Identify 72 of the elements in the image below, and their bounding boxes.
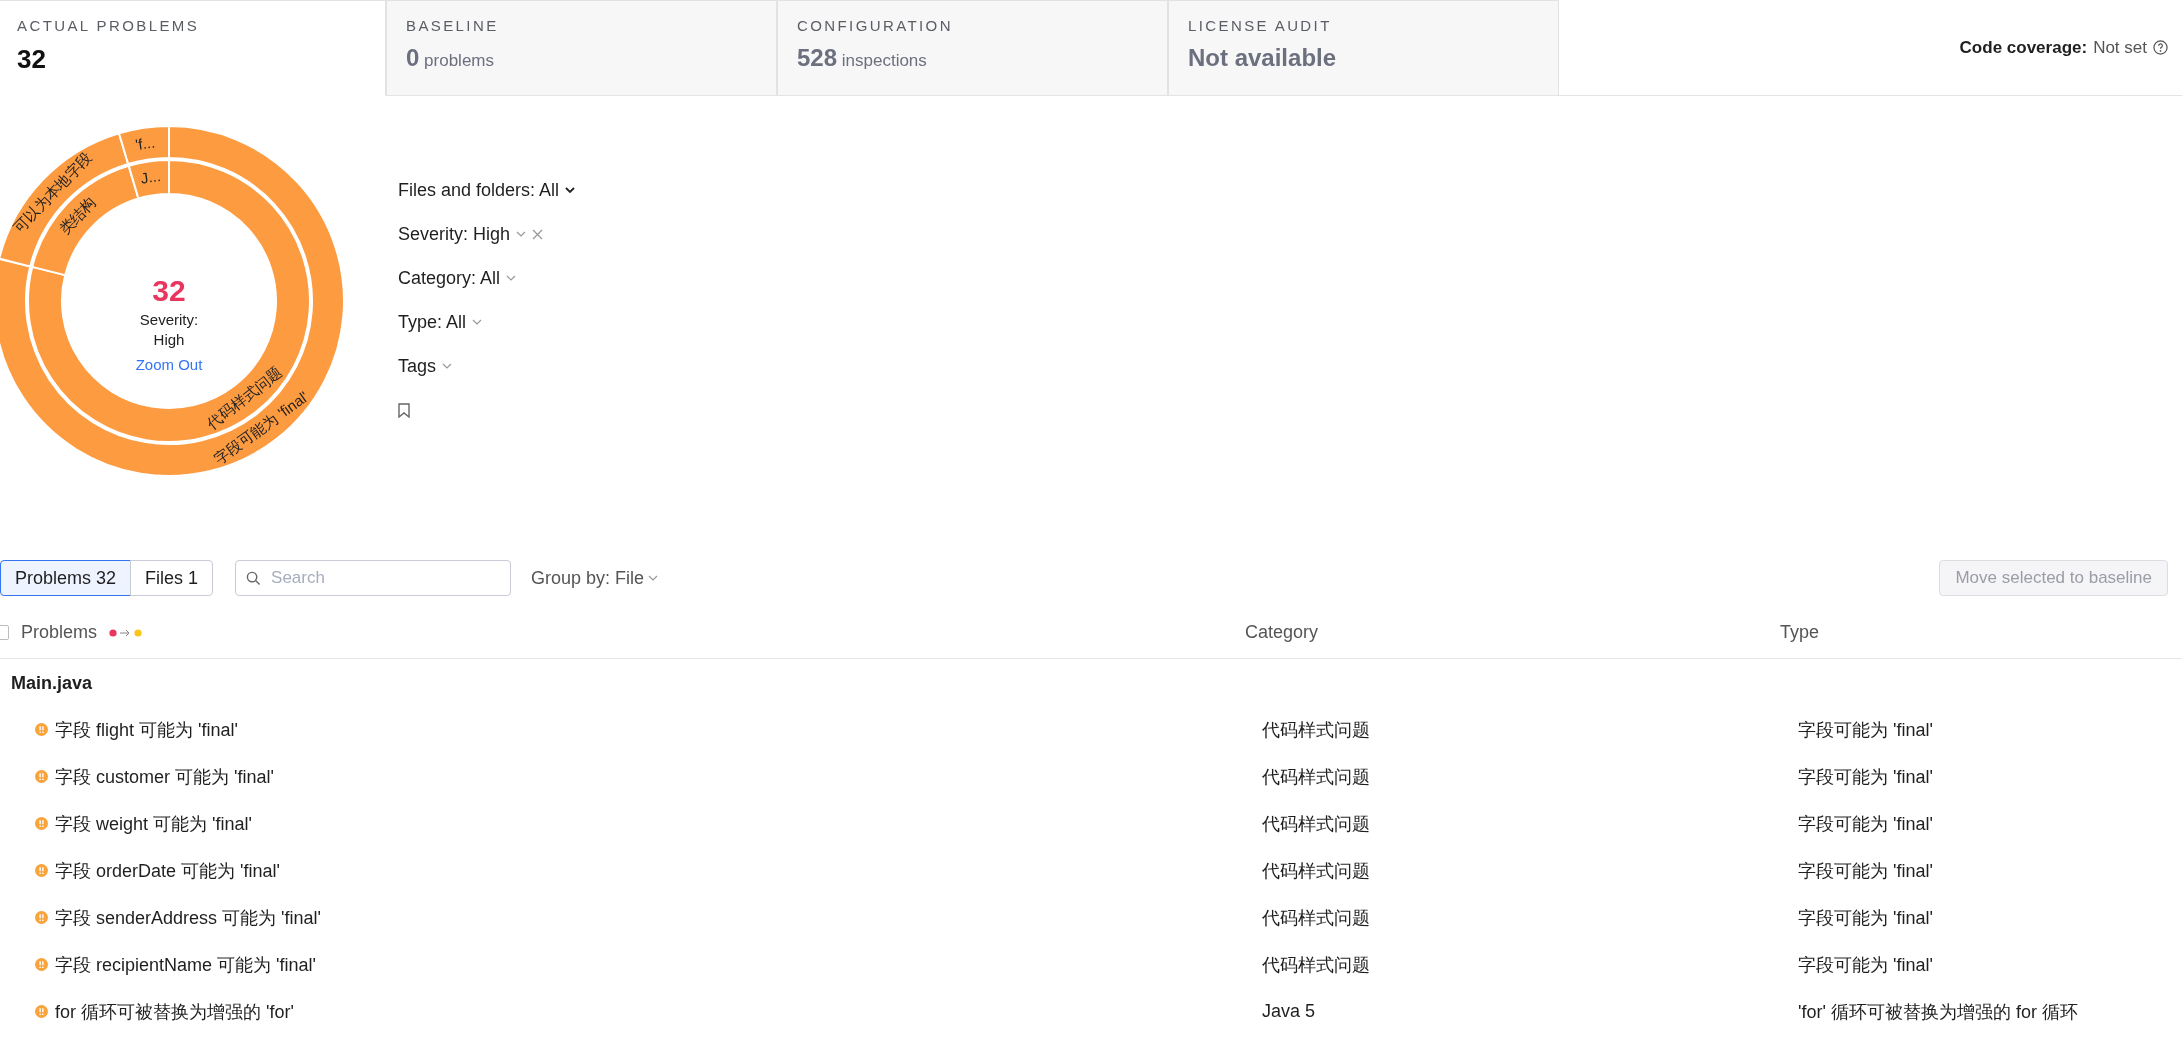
category-cell-text: 代码样式问题 (1262, 718, 1371, 742)
close-icon[interactable] (532, 228, 544, 240)
file-group-name[interactable]: Main.java (11, 673, 93, 693)
search-icon (246, 570, 262, 586)
type-cell-text: 字段可能为 'final' (1798, 718, 1934, 742)
warning-icon (35, 770, 48, 783)
category-cell-text: 代码样式问题 (1262, 906, 1371, 930)
category-cell-text: 代码样式问题 (1262, 812, 1371, 836)
warning-icon (35, 817, 48, 830)
problem-text[interactable]: 字段 recipientName 可能为 'final' (55, 952, 316, 977)
type-cell-text: 字段可能为 'final' (1798, 859, 1934, 883)
help-icon[interactable] (2153, 40, 2168, 55)
problem-count: 32 (152, 274, 186, 308)
summary-tab[interactable]: ACTUAL PROBLEMS 32 (0, 0, 386, 96)
tab-value: 0 problems (406, 44, 494, 72)
chevron-down-icon (442, 363, 453, 369)
chevron-down-icon (506, 275, 517, 281)
problem-text[interactable]: 字段 orderDate 可能为 'final' (55, 858, 280, 883)
warning-icon (35, 864, 48, 877)
problem-text[interactable]: for 循环可被替换为增强的 'for' (55, 999, 294, 1024)
summary-tab[interactable]: LICENSE AUDIT Not available (1168, 0, 1559, 95)
severity-sort-icon[interactable] (109, 627, 144, 638)
column-header[interactable]: Category (1245, 622, 1780, 643)
coverage-label: Code coverage: (1959, 37, 2088, 58)
column-header[interactable]: Type (1780, 622, 2182, 643)
filter-dropdown[interactable]: Severity: High (398, 223, 511, 245)
type-cell-text: 字段可能为 'final' (1798, 906, 1934, 930)
segment-label: J... (139, 167, 162, 187)
tab-label: BASELINE (406, 17, 499, 34)
warning-icon (35, 911, 48, 924)
chevron-down-icon (565, 187, 576, 193)
segment-label: 'f... (134, 133, 156, 154)
tab-label: CONFIGURATION (797, 17, 953, 34)
view-toggle[interactable]: Files 1 (130, 560, 214, 596)
filter-dropdown[interactable]: Tags (398, 355, 437, 377)
category-cell-text: 代码样式问题 (1262, 953, 1371, 977)
warning-icon (35, 958, 48, 971)
warning-icon (35, 1005, 48, 1018)
severity-caption: Severity: High (138, 310, 200, 350)
view-toggle[interactable]: Problems 32 (0, 560, 132, 596)
filter-dropdown[interactable]: Type: All (398, 311, 467, 333)
type-cell-text: 字段可能为 'final' (1798, 765, 1934, 789)
search-input[interactable]: Search (269, 567, 470, 589)
tab-value: 528 inspections (797, 44, 927, 72)
warning-icon (35, 723, 48, 736)
group-by-dropdown[interactable]: Group by: File (531, 567, 659, 589)
filter-dropdown[interactable]: Category: All (398, 267, 501, 289)
chevron-down-icon (516, 231, 527, 237)
column-header[interactable]: Problems (21, 622, 98, 643)
tab-value: Not available (1188, 44, 1337, 72)
summary-tab[interactable]: CONFIGURATION 528 inspections (777, 0, 1168, 95)
tab-label: LICENSE AUDIT (1188, 17, 1332, 34)
filter-dropdown[interactable]: Files and folders: All (398, 179, 560, 201)
chevron-down-icon (648, 575, 659, 581)
problem-text[interactable]: 字段 senderAddress 可能为 'final' (55, 905, 321, 930)
category-cell-text: 代码样式问题 (1262, 859, 1371, 883)
category-cell-text: Java 5 (1262, 1001, 1317, 1022)
summary-tab[interactable]: BASELINE 0 problems (386, 0, 777, 95)
category-cell-text: 代码样式问题 (1262, 765, 1371, 789)
type-cell-text: 字段可能为 'final' (1798, 953, 1934, 977)
coverage-value: Not set (2093, 37, 2147, 58)
type-cell-text: 'for' 循环可被替换为增强的 for 循环 (1798, 1000, 2079, 1024)
search-field[interactable]: Search (235, 560, 512, 596)
chevron-down-icon (472, 319, 483, 325)
tab-value: 32 (17, 44, 46, 75)
problem-text[interactable]: 字段 weight 可能为 'final' (55, 811, 252, 836)
type-cell-text: 字段可能为 'final' (1798, 812, 1934, 836)
problem-text[interactable]: 字段 customer 可能为 'final' (55, 764, 274, 789)
tab-label: ACTUAL PROBLEMS (17, 17, 200, 34)
problem-text[interactable]: 字段 flight 可能为 'final' (55, 717, 238, 742)
bookmark-icon[interactable] (398, 402, 410, 418)
zoom-out-link[interactable]: Zoom Out (135, 356, 203, 373)
